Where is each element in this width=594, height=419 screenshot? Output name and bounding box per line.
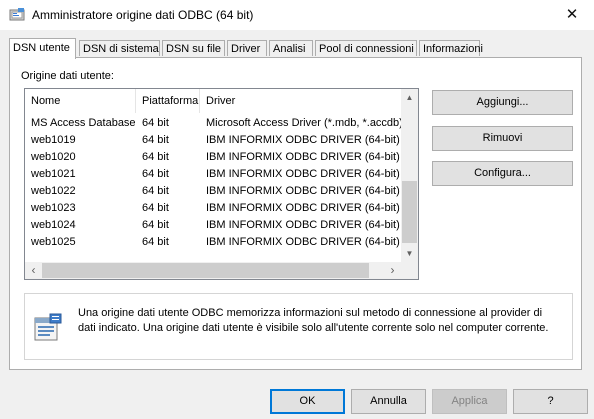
list-cell-name: MS Access Database (31, 117, 136, 129)
list-item[interactable]: web1020 64 bit IBM INFORMIX ODBC DRIVER (6… (25, 149, 405, 166)
list-cell-driver: IBM INFORMIX ODBC DRIVER (64-bit) (206, 185, 400, 197)
column-header-name[interactable]: Nome (25, 89, 136, 113)
list-cell-driver: IBM INFORMIX ODBC DRIVER (64-bit) (206, 219, 400, 231)
tab-driver[interactable]: Driver (227, 40, 267, 56)
tab-analisi[interactable]: Analisi (269, 40, 313, 56)
list-cell-name: web1022 (31, 185, 76, 197)
list-cell-driver: IBM INFORMIX ODBC DRIVER (64-bit) (206, 151, 400, 163)
cancel-button[interactable]: Annulla (351, 389, 426, 414)
help-button[interactable]: ? (513, 389, 588, 414)
scroll-down-icon[interactable]: ▼ (401, 245, 418, 262)
user-dsn-list[interactable]: Nome Piattaforma Driver MS Access Databa… (24, 88, 419, 280)
scroll-up-icon[interactable]: ▲ (401, 89, 418, 106)
list-cell-driver: IBM INFORMIX ODBC DRIVER (64-bit) (206, 168, 400, 180)
list-item[interactable]: MS Access Database 64 bit Microsoft Access… (25, 115, 405, 132)
horizontal-scroll-thumb[interactable] (42, 263, 369, 278)
list-cell-platform: 64 bit (142, 185, 169, 197)
list-cell-platform: 64 bit (142, 236, 169, 248)
tab-dsn-di-sistema[interactable]: DSN di sistema (79, 40, 160, 56)
database-info-icon (34, 313, 62, 341)
list-cell-driver: IBM INFORMIX ODBC DRIVER (64-bit) (206, 202, 400, 214)
list-item[interactable]: web1025 64 bit IBM INFORMIX ODBC DRIVER (6… (25, 234, 405, 251)
list-cell-platform: 64 bit (142, 168, 169, 180)
list-header: Nome Piattaforma Driver (25, 89, 418, 113)
list-cell-driver: IBM INFORMIX ODBC DRIVER (64-bit) (206, 134, 400, 146)
scroll-right-icon[interactable]: › (384, 262, 401, 279)
close-icon: ✕ (565, 6, 579, 23)
list-cell-platform: 64 bit (142, 134, 169, 146)
title-bar: Amministratore origine dati ODBC (64 bit… (0, 0, 594, 30)
vertical-scroll-thumb[interactable] (402, 181, 417, 243)
tab-pool-di-connessioni[interactable]: Pool di connessioni (315, 40, 417, 56)
list-cell-platform: 64 bit (142, 151, 169, 163)
list-item[interactable]: web1024 64 bit IBM INFORMIX ODBC DRIVER (6… (25, 217, 405, 234)
list-cell-name: web1019 (31, 134, 76, 146)
list-item[interactable]: web1021 64 bit IBM INFORMIX ODBC DRIVER (6… (25, 166, 405, 183)
user-dsn-label: Origine dati utente: (21, 70, 114, 82)
scroll-left-icon[interactable]: ‹ (25, 262, 42, 279)
list-cell-driver: Microsoft Access Driver (*.mdb, *.accdb) (206, 117, 403, 129)
ok-button[interactable]: OK (270, 389, 345, 414)
list-cell-name: web1021 (31, 168, 76, 180)
remove-button[interactable]: Rimuovi (432, 126, 573, 151)
window-title: Amministratore origine dati ODBC (64 bit… (32, 8, 254, 22)
odbc-admin-icon (9, 8, 25, 21)
vertical-scrollbar[interactable]: ▲ ▼ (401, 89, 418, 262)
column-header-platform[interactable]: Piattaforma (136, 89, 200, 113)
list-cell-name: web1024 (31, 219, 76, 231)
list-cell-platform: 64 bit (142, 219, 169, 231)
apply-button[interactable]: Applica (432, 389, 507, 414)
add-button[interactable]: Aggiungi... (432, 90, 573, 115)
configure-button[interactable]: Configura... (432, 161, 573, 186)
scrollbar-corner (401, 262, 418, 279)
list-cell-name: web1025 (31, 236, 76, 248)
tab-dsn-utente[interactable]: DSN utente (9, 38, 76, 59)
list-item[interactable]: web1022 64 bit IBM INFORMIX ODBC DRIVER (6… (25, 183, 405, 200)
list-cell-name: web1020 (31, 151, 76, 163)
list-cell-platform: 64 bit (142, 117, 169, 129)
info-description: Una origine dati utente ODBC memorizza i… (78, 307, 549, 334)
tab-informazioni[interactable]: Informazioni (419, 40, 483, 56)
tab-dsn-su-file[interactable]: DSN su file (162, 40, 225, 56)
horizontal-scrollbar[interactable]: ‹ › (25, 262, 401, 279)
list-item[interactable]: web1019 64 bit IBM INFORMIX ODBC DRIVER (6… (25, 132, 405, 149)
list-cell-driver: IBM INFORMIX ODBC DRIVER (64-bit) (206, 236, 400, 248)
list-item[interactable]: web1023 64 bit IBM INFORMIX ODBC DRIVER (6… (25, 200, 405, 217)
list-cell-name: web1023 (31, 202, 76, 214)
close-button[interactable]: ✕ (550, 0, 594, 30)
column-header-driver[interactable]: Driver (200, 89, 405, 113)
list-cell-platform: 64 bit (142, 202, 169, 214)
